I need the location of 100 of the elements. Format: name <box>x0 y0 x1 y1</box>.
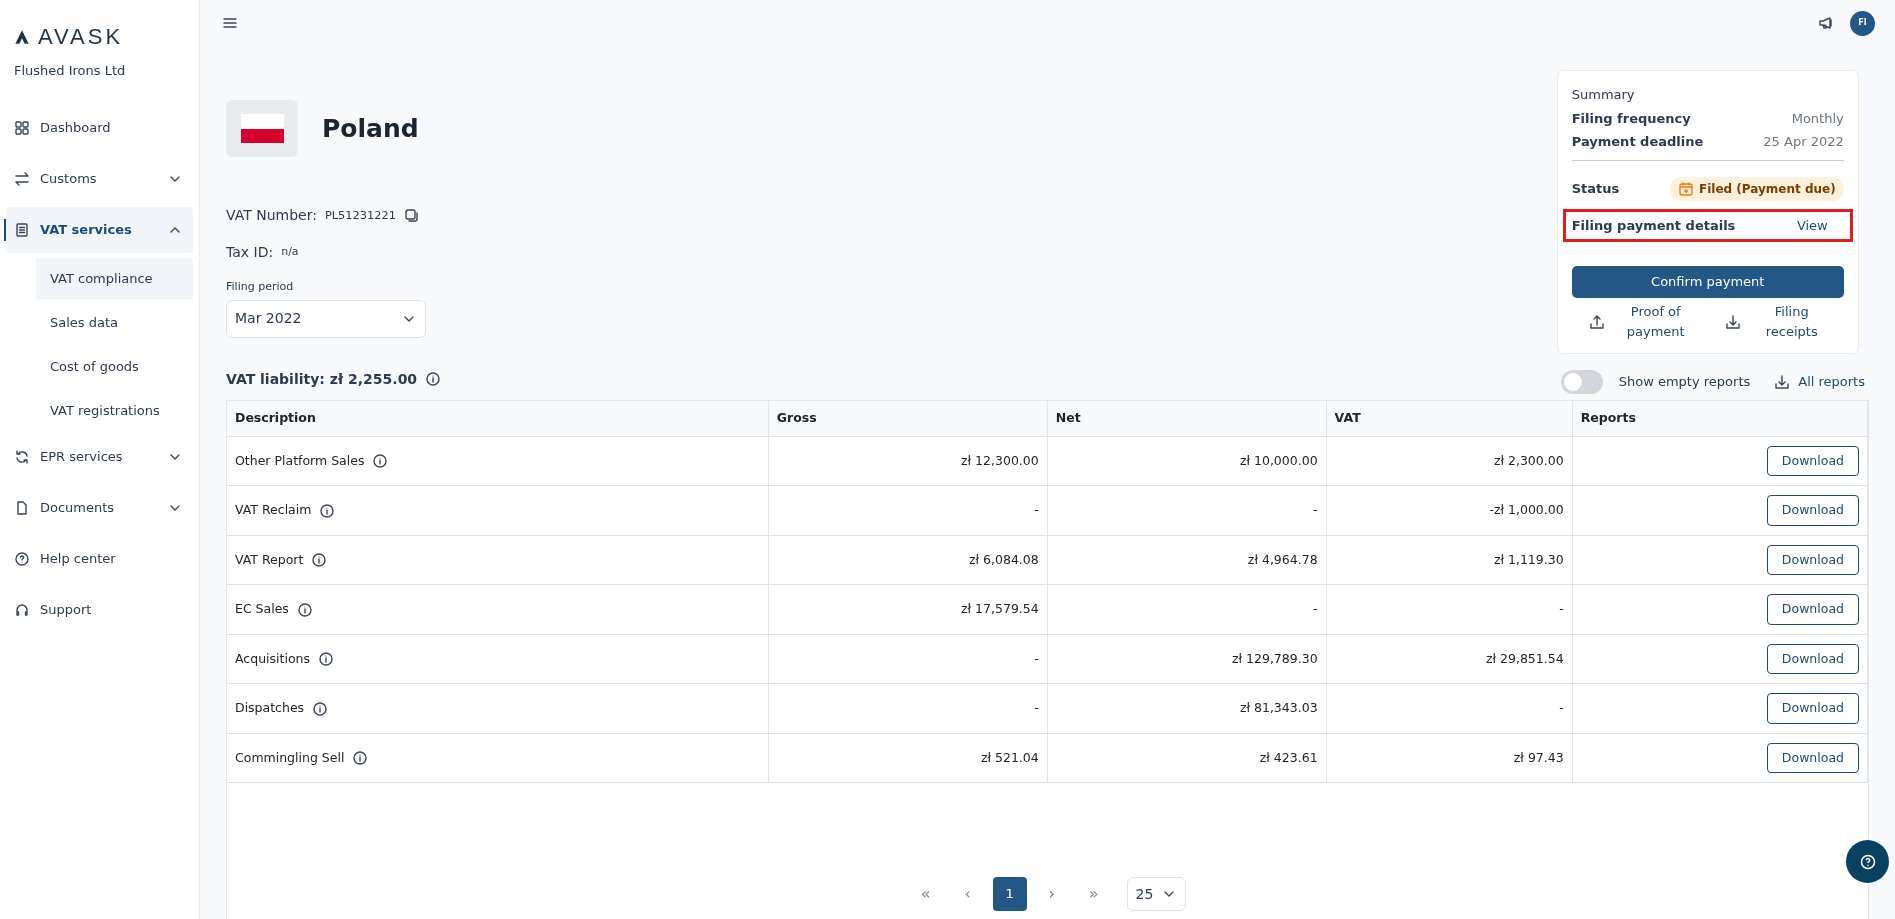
table-cell: zł 2,300.00 <box>1493 452 1564 468</box>
headset-icon <box>14 601 30 618</box>
table-cell: Dispatches <box>235 699 305 718</box>
table-cell: EC Sales <box>235 600 289 619</box>
tax-id: n/a <box>281 244 299 261</box>
menu-icon <box>222 15 238 31</box>
sidebar-item[interactable]: Dashboard <box>6 104 193 151</box>
table-cell: zł 4,964.78 <box>1247 551 1318 567</box>
sidebar-item[interactable]: Help center <box>6 535 193 582</box>
logo-icon <box>14 28 30 45</box>
column-header: Reports <box>1572 401 1868 437</box>
info-icon <box>352 750 369 766</box>
sidebar-item[interactable]: Customs <box>6 155 193 202</box>
toggle-label: Show empty reports <box>1618 373 1751 392</box>
sidebar-label: Dashboard <box>40 118 112 137</box>
action-link[interactable]: Proof of payment <box>1588 302 1691 341</box>
status-badge: Filed (Payment due) <box>1670 176 1844 201</box>
filing-period-select[interactable]: Mar 2022 <box>226 299 426 338</box>
previous-page-button[interactable]: ‹ <box>950 877 985 911</box>
country-name: Poland <box>322 113 419 144</box>
column-header: Gross <box>768 401 1048 437</box>
next-page-button[interactable]: › <box>1034 877 1069 911</box>
table-cell: - <box>1034 700 1039 716</box>
table-cell: zł 29,851.54 <box>1485 650 1564 666</box>
vat-number: PL51231221 <box>324 206 396 224</box>
summary-value: 25 Apr 2022 <box>1763 133 1844 151</box>
arrows-icon <box>14 170 30 187</box>
download-button[interactable]: Download <box>1766 544 1859 576</box>
sidebar-item[interactable]: Documents <box>6 484 193 531</box>
download-button[interactable]: Download <box>1766 594 1859 625</box>
table-cell: -zł 1,000.00 <box>1489 502 1564 518</box>
table-cell: - <box>1034 502 1039 518</box>
table-cell: zł 12,300.00 <box>961 452 1039 468</box>
table-cell: zł 81,343.03 <box>1239 700 1318 716</box>
details-label: Filing payment details <box>1571 216 1736 235</box>
info-icon <box>372 453 389 469</box>
download-button[interactable]: Download <box>1766 742 1859 774</box>
table-cell: zł 10,000.00 <box>1239 452 1318 468</box>
summary-label: Filing frequency <box>1571 109 1691 128</box>
first-page-button[interactable]: « <box>908 877 943 911</box>
help-icon <box>14 550 30 567</box>
sidebar-item[interactable]: Support <box>6 586 193 633</box>
download-icon <box>1774 374 1791 390</box>
sidebar-label: Documents <box>40 498 116 517</box>
sidebar-subitem[interactable]: VAT registrations <box>36 389 193 432</box>
table-cell-text: Commingling Sell <box>235 748 345 767</box>
info-icon <box>319 502 336 519</box>
summary-label: Payment deadline <box>1571 133 1704 151</box>
grid-icon <box>14 119 30 136</box>
info-icon <box>425 371 442 387</box>
document-icon <box>14 221 30 238</box>
page-button[interactable]: 1 <box>992 877 1027 911</box>
refresh-icon <box>14 448 30 465</box>
field-label: Filing period <box>226 279 295 295</box>
vat-liability: VAT liability: zł 2,255.00 <box>226 369 418 389</box>
sidebar-subitem[interactable]: Sales data <box>36 301 193 344</box>
table-cell: zł 1,119.30 <box>1493 551 1564 567</box>
sidebar-label: Support <box>40 600 93 619</box>
tax-id-label: Tax ID: <box>226 243 274 262</box>
table-cell-text: Other Platform Sales <box>235 451 365 470</box>
table-cell: zł 423.61 <box>1259 749 1318 765</box>
sidebar-label: Customs <box>40 169 98 188</box>
sidebar-subitem[interactable]: Cost of goods <box>36 345 193 388</box>
company-name: Flushed Irons Ltd <box>14 62 127 80</box>
info-icon <box>312 700 329 717</box>
summary-title: Summary <box>1571 86 1636 104</box>
table-cell-text: VAT Report <box>235 550 304 569</box>
download-button[interactable]: Download <box>1766 643 1859 675</box>
table-cell: - <box>1559 601 1564 617</box>
table-cell: - <box>1313 502 1318 518</box>
page-size-select[interactable]: 25 <box>1126 877 1187 911</box>
action-link[interactable]: Filing receipts <box>1724 302 1827 341</box>
sidebar-label: Help center <box>40 549 117 568</box>
column-header: Description <box>227 401 769 437</box>
toggle-switch[interactable] <box>1560 370 1603 394</box>
avatar[interactable]: FI <box>1850 10 1875 36</box>
column-header: Net <box>1047 401 1327 437</box>
column-header: VAT <box>1326 401 1573 437</box>
confirm-payment-button[interactable]: Confirm payment <box>1571 266 1844 298</box>
download-button[interactable]: Download <box>1766 445 1859 477</box>
table-cell: zł 6,084.08 <box>968 551 1039 567</box>
vat-number-label: VAT Number: <box>226 206 317 225</box>
table-cell: zł 17,579.54 <box>961 601 1039 617</box>
info-icon <box>296 601 313 618</box>
table-cell: - <box>1559 700 1564 716</box>
download-button[interactable]: Download <box>1766 693 1859 724</box>
summary-value: Monthly <box>1791 109 1844 128</box>
table-cell: zł 129,789.30 <box>1231 650 1318 666</box>
all-reports-link[interactable]: All reports <box>1774 372 1865 392</box>
sidebar-item[interactable]: EPR services <box>6 433 193 480</box>
table-cell: - <box>1313 601 1318 617</box>
sidebar-subitem[interactable]: VAT compliance <box>36 257 193 300</box>
sidebar-item[interactable]: VAT services <box>6 206 193 253</box>
last-page-button[interactable]: » <box>1076 877 1111 911</box>
upload-icon <box>1588 313 1605 330</box>
poland-flag <box>240 114 284 143</box>
view-link[interactable]: View <box>1796 215 1828 235</box>
download-button[interactable]: Download <box>1766 495 1859 526</box>
sidebar-label: VAT services <box>40 220 133 239</box>
download-icon <box>1724 313 1741 330</box>
